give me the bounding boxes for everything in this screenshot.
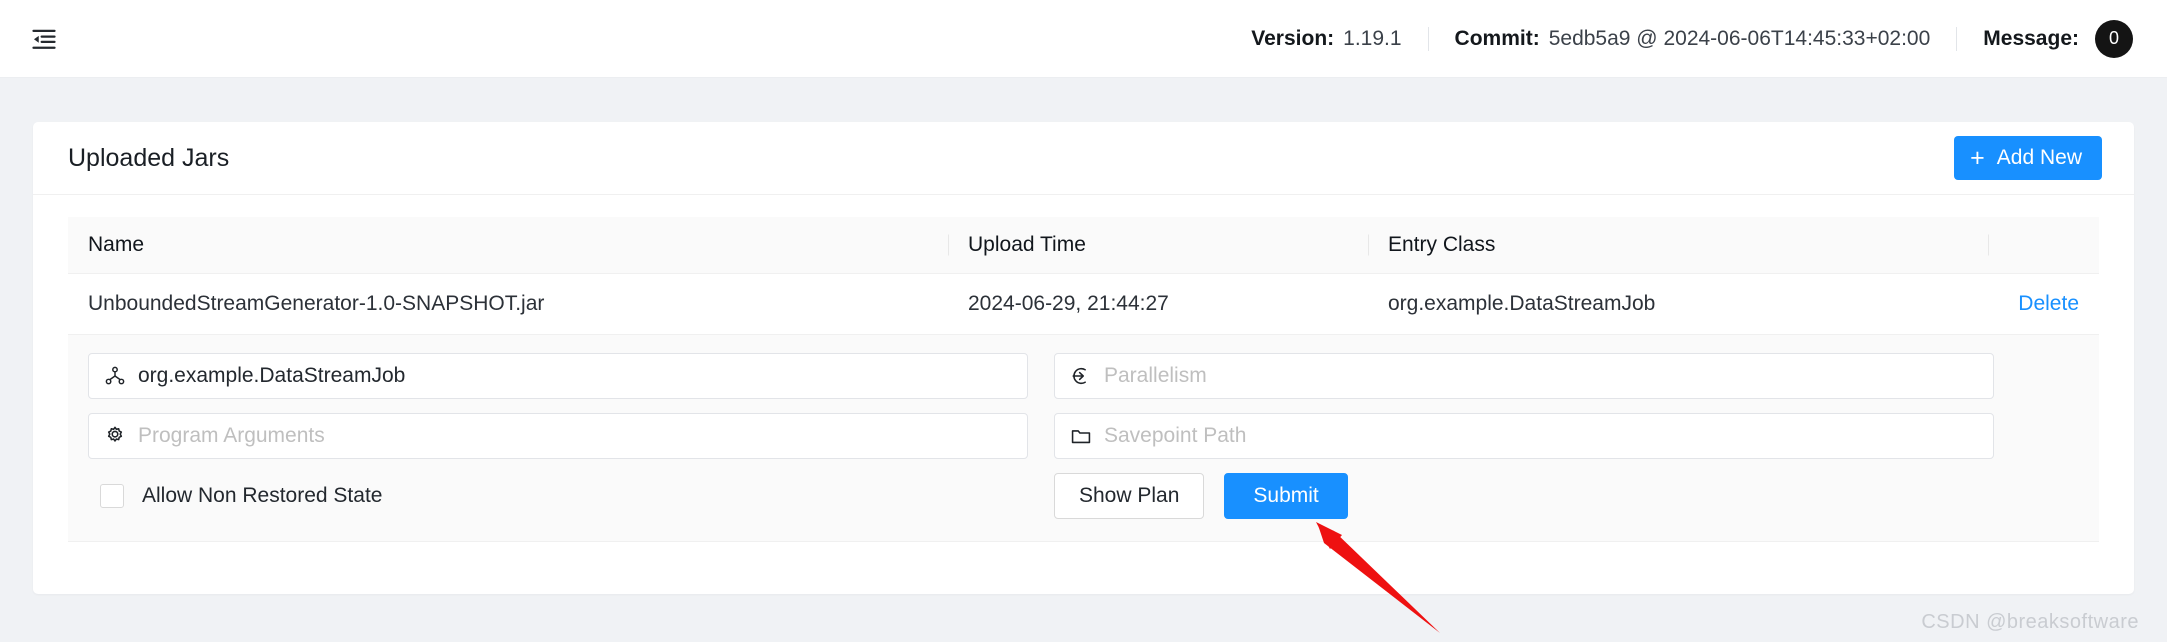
plus-icon: + [1970,143,1985,172]
column-header-actions [1988,217,2099,274]
login-arrow-icon [1069,364,1093,388]
version-label: Version: [1251,26,1335,50]
card-header: Uploaded Jars + Add New [33,122,2134,195]
program-arguments-input[interactable]: Program Arguments [88,413,1028,459]
card-body: Name Upload Time Entry Class UnboundedSt… [33,195,2134,542]
delete-link[interactable]: Delete [2018,292,2079,315]
table-body: UnboundedStreamGenerator-1.0-SNAPSHOT.ja… [68,273,2099,542]
cell-upload-time: 2024-06-29, 21:44:27 [948,273,1368,335]
submit-job-form: org.example.DataStreamJob Parallelism Pr… [68,335,2099,542]
add-new-button[interactable]: + Add New [1954,136,2102,180]
uploaded-jars-table: Name Upload Time Entry Class UnboundedSt… [68,217,2099,542]
version-value: 1.19.1 [1343,26,1402,50]
header-divider-1 [1427,26,1429,51]
form-actions: Show Plan Submit [1054,473,1348,519]
submit-button[interactable]: Submit [1224,473,1348,519]
allow-non-restored-state-label: Allow Non Restored State [142,484,383,507]
entry-class-value: org.example.DataStreamJob [138,364,406,387]
top-header-bar: Version: 1.19.1 Commit: 5edb5a9 @ 2024-0… [0,0,2167,78]
form-row-3: Allow Non Restored State Show Plan Submi… [88,473,2079,519]
message-count-badge[interactable]: 0 [2095,19,2133,58]
uploaded-jars-card: Uploaded Jars + Add New Name Upload Time… [33,122,2134,594]
table-header-row: Name Upload Time Entry Class [68,217,2099,274]
column-header-entry-class[interactable]: Entry Class [1368,217,1988,274]
cell-jar-name: UnboundedStreamGenerator-1.0-SNAPSHOT.ja… [68,273,948,335]
allow-non-restored-state-group[interactable]: Allow Non Restored State [88,484,1028,508]
cluster-icon [103,364,127,388]
add-new-label: Add New [1996,146,2082,169]
menu-fold-icon[interactable] [26,21,62,57]
folder-icon [1069,424,1093,448]
gear-icon [103,424,127,448]
show-plan-button[interactable]: Show Plan [1054,473,1205,519]
entry-class-input[interactable]: org.example.DataStreamJob [88,353,1028,399]
watermark-text: CSDN @breaksoftware [1921,611,2139,633]
column-header-upload-time[interactable]: Upload Time [948,217,1368,274]
expanded-form-cell: org.example.DataStreamJob Parallelism Pr… [68,335,2099,542]
header-divider-2 [1956,26,1958,51]
header-build-info: Version: 1.19.1 Commit: 5edb5a9 @ 2024-0… [1251,19,2167,58]
commit-value: 5edb5a9 @ 2024-06-06T14:45:33+02:00 [1548,26,1931,50]
parallelism-input[interactable]: Parallelism [1054,353,1994,399]
program-arguments-placeholder: Program Arguments [138,424,325,447]
table-row[interactable]: UnboundedStreamGenerator-1.0-SNAPSHOT.ja… [68,273,2099,335]
savepoint-path-placeholder: Savepoint Path [1104,424,1247,447]
expanded-form-row: org.example.DataStreamJob Parallelism Pr… [68,335,2099,542]
form-row-1: org.example.DataStreamJob Parallelism [88,353,2079,399]
cell-actions: Delete [1988,273,2099,335]
commit-label: Commit: [1454,26,1540,50]
page-title: Uploaded Jars [68,143,230,172]
form-row-2: Program Arguments Savepoint Path [88,413,2079,459]
allow-non-restored-state-checkbox[interactable] [100,484,124,508]
column-header-name[interactable]: Name [68,217,948,274]
page-root: Version: 1.19.1 Commit: 5edb5a9 @ 2024-0… [0,0,2167,642]
message-label: Message: [1983,26,2079,50]
cell-entry-class: org.example.DataStreamJob [1368,273,1988,335]
table-head: Name Upload Time Entry Class [68,217,2099,274]
parallelism-placeholder: Parallelism [1104,364,1207,387]
savepoint-path-input[interactable]: Savepoint Path [1054,413,1994,459]
